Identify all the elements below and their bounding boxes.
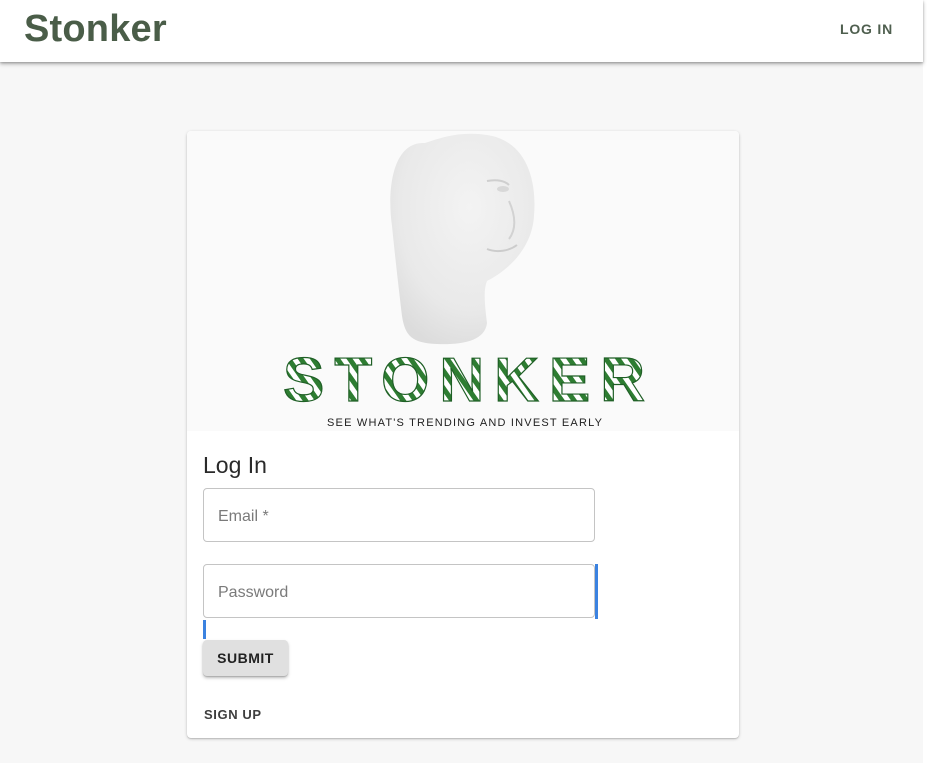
window-edge bbox=[923, 0, 927, 763]
app-bar: Stonker LOG IN bbox=[0, 0, 923, 62]
logo-word-text: STONKER bbox=[283, 346, 655, 415]
focus-indicator bbox=[203, 620, 206, 639]
logo-tagline-text: SEE WHAT'S TRENDING AND INVEST EARLY bbox=[327, 417, 603, 429]
signup-link[interactable]: SIGN UP bbox=[204, 707, 262, 722]
email-input[interactable] bbox=[216, 503, 580, 531]
meme-head-icon bbox=[390, 133, 535, 345]
focus-indicator bbox=[595, 564, 598, 619]
brand-title[interactable]: Stonker bbox=[24, 7, 167, 51]
hero-banner: STONKER SEE WHAT'S TRENDING AND INVEST E… bbox=[187, 131, 739, 431]
email-field[interactable] bbox=[203, 488, 595, 542]
password-input[interactable] bbox=[216, 579, 580, 607]
form-title: Log In bbox=[203, 452, 267, 478]
password-field[interactable] bbox=[203, 564, 595, 618]
login-card: STONKER SEE WHAT'S TRENDING AND INVEST E… bbox=[187, 131, 739, 738]
stonker-logo-image: STONKER SEE WHAT'S TRENDING AND INVEST E… bbox=[282, 133, 655, 429]
submit-button[interactable]: SUBMIT bbox=[203, 640, 288, 676]
nav-login-button[interactable]: LOG IN bbox=[836, 19, 897, 39]
